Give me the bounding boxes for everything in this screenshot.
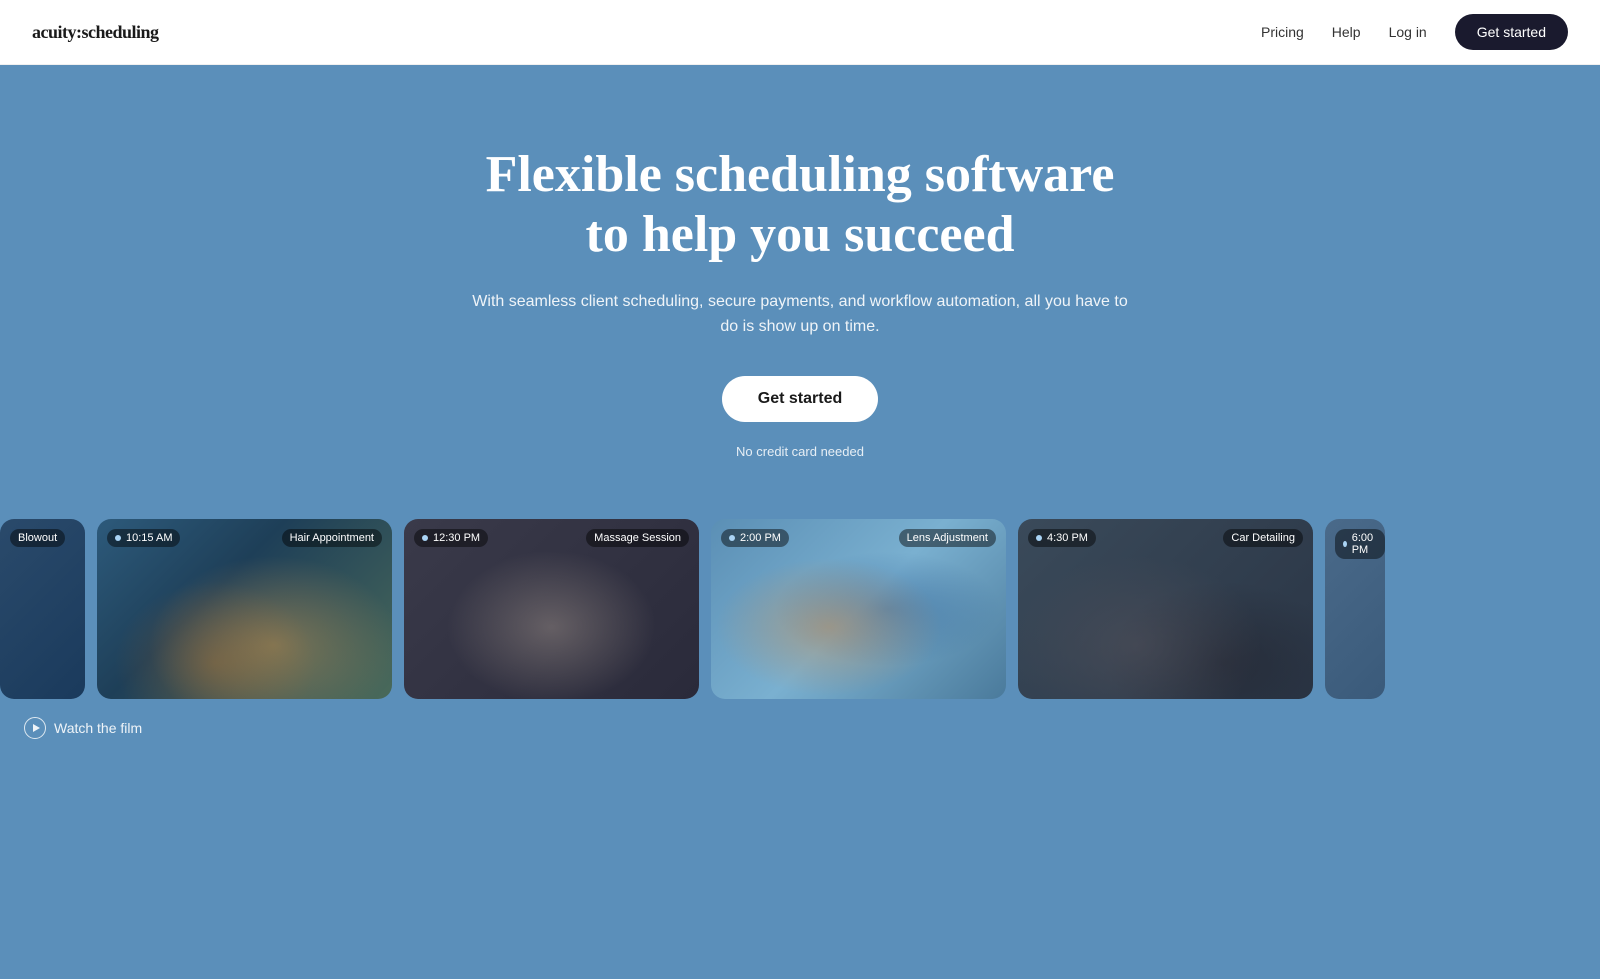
watch-film-label: Watch the film xyxy=(54,720,142,736)
film-strip-wrapper: Blowout 10:15 AM Hair Appointment 12:30 … xyxy=(0,499,1600,699)
film-card-car[interactable]: 4:30 PM Car Detailing xyxy=(1018,519,1313,699)
navbar: acuity:scheduling Pricing Help Log in Ge… xyxy=(0,0,1600,65)
card-car-title: Car Detailing xyxy=(1223,529,1303,547)
logo[interactable]: acuity:scheduling xyxy=(32,22,159,43)
nav-help-link[interactable]: Help xyxy=(1332,24,1361,40)
card-massage-title: Massage Session xyxy=(586,529,689,547)
hero-subtitle: With seamless client scheduling, secure … xyxy=(470,289,1130,340)
card-lens-title: Lens Adjustment xyxy=(899,529,996,547)
card-last-time: 6:00 PM xyxy=(1335,529,1385,559)
nav-right: Pricing Help Log in Get started xyxy=(1261,14,1568,50)
card-lens-time: 2:00 PM xyxy=(721,529,789,547)
hero-bottom-area xyxy=(0,779,1600,979)
film-card-massage[interactable]: 12:30 PM Massage Session xyxy=(404,519,699,699)
card-blowout-label: Blowout xyxy=(10,529,65,547)
film-card-blowout[interactable]: Blowout xyxy=(0,519,85,699)
no-credit-text: No credit card needed xyxy=(470,444,1130,459)
film-strip: Blowout 10:15 AM Hair Appointment 12:30 … xyxy=(0,519,1600,699)
hero-get-started-button[interactable]: Get started xyxy=(722,376,878,422)
card-car-time: 4:30 PM xyxy=(1028,529,1096,547)
film-card-hair[interactable]: 10:15 AM Hair Appointment xyxy=(97,519,392,699)
watch-film-button[interactable]: Watch the film xyxy=(8,699,142,779)
card-hair-time: 10:15 AM xyxy=(107,529,180,547)
hero-section: Flexible scheduling software to help you… xyxy=(0,0,1600,979)
nav-pricing-link[interactable]: Pricing xyxy=(1261,24,1304,40)
hero-title: Flexible scheduling software to help you… xyxy=(470,145,1130,265)
film-card-lens[interactable]: 2:00 PM Lens Adjustment xyxy=(711,519,1006,699)
film-card-last[interactable]: 6:00 PM xyxy=(1325,519,1385,699)
card-massage-time: 12:30 PM xyxy=(414,529,488,547)
nav-get-started-button[interactable]: Get started xyxy=(1455,14,1568,50)
play-icon xyxy=(24,717,46,739)
card-hair-title: Hair Appointment xyxy=(282,529,382,547)
nav-login-link[interactable]: Log in xyxy=(1389,24,1427,40)
hero-content: Flexible scheduling software to help you… xyxy=(450,65,1150,499)
